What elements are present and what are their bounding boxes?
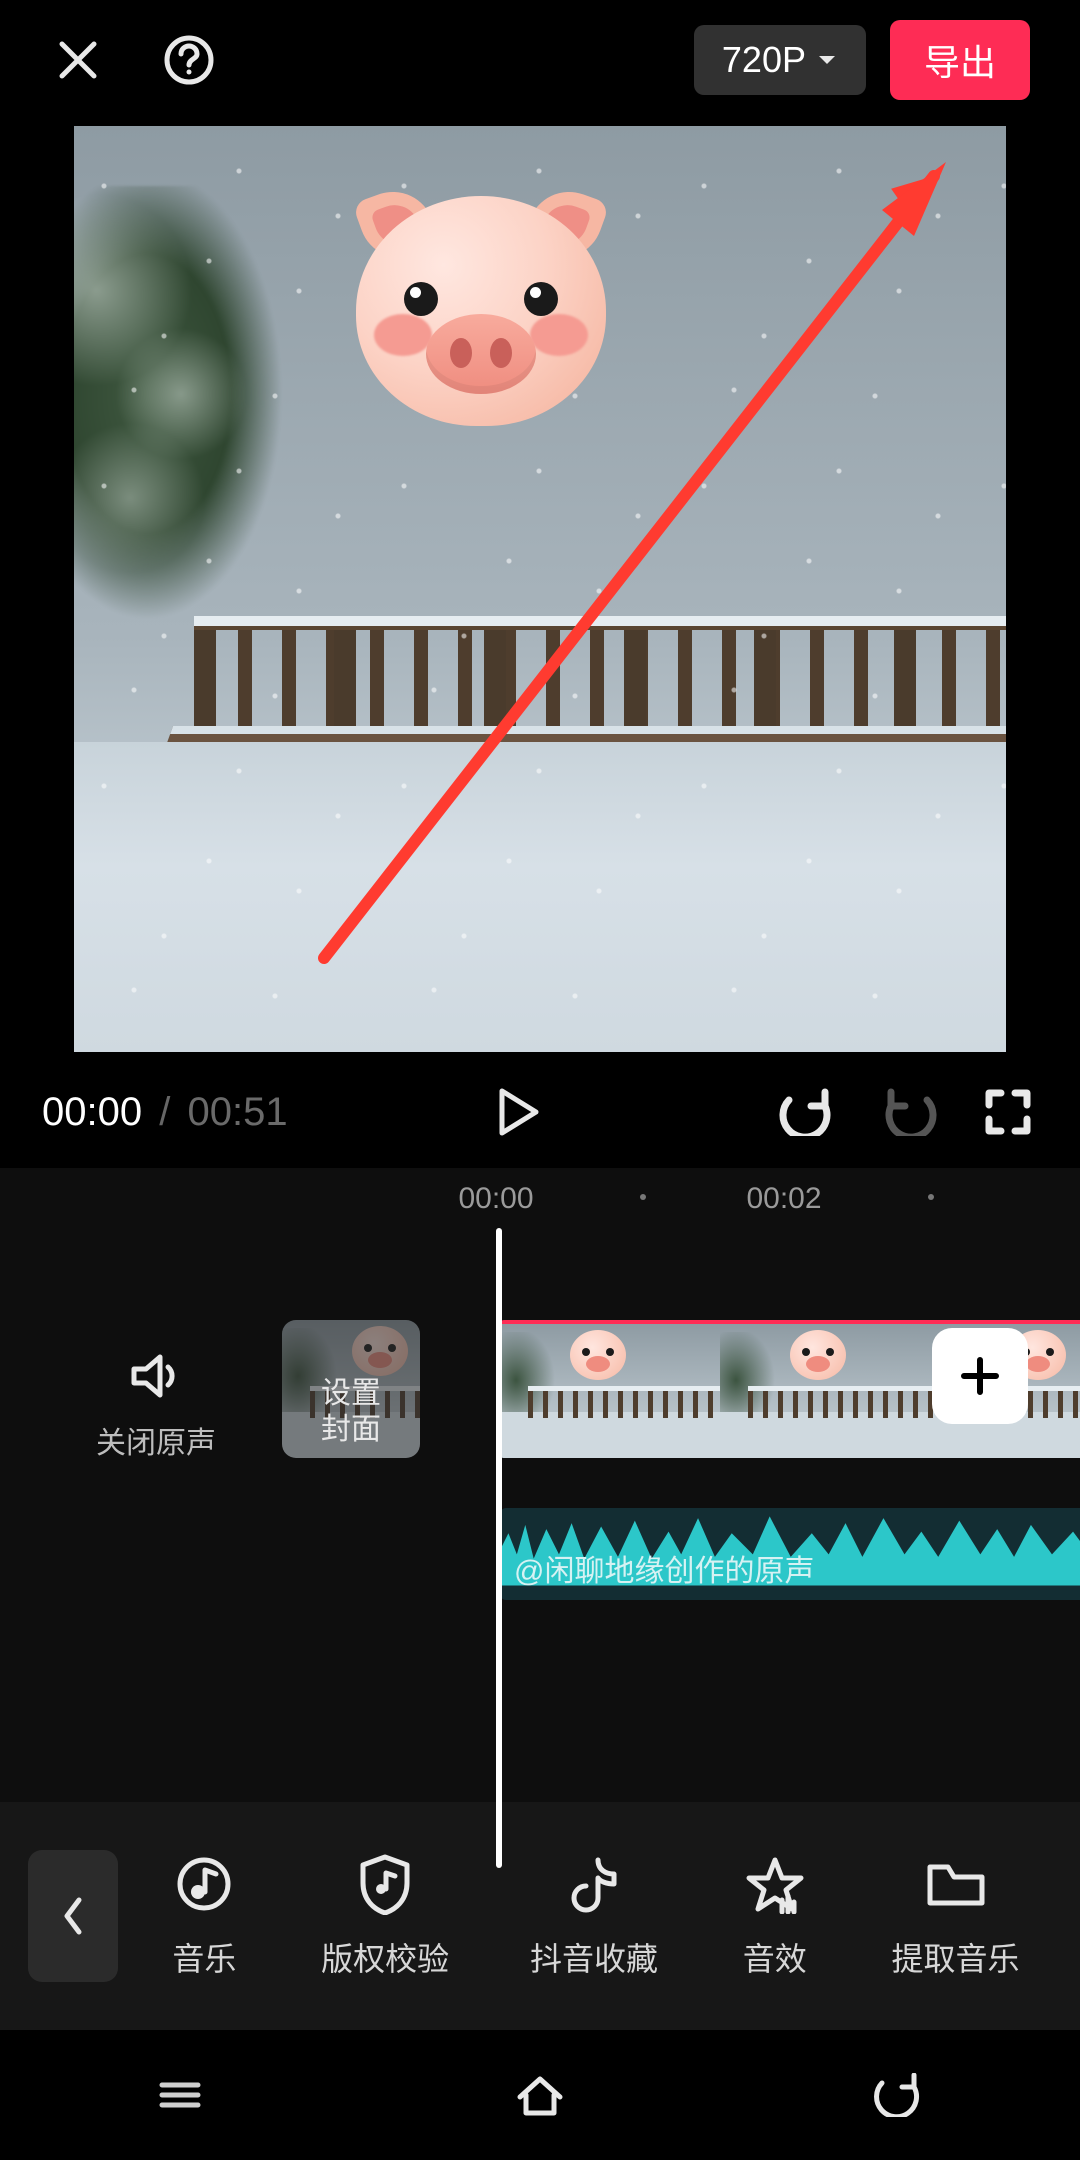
video-preview[interactable]	[74, 126, 1006, 1052]
nav-back-icon[interactable]	[865, 2070, 935, 2120]
audio-track[interactable]: @闲聊地缘创作的原声	[500, 1508, 1080, 1600]
close-icon[interactable]	[50, 32, 106, 88]
time-ruler: 00:00 00:02	[0, 1168, 1080, 1228]
add-clip-button[interactable]	[932, 1328, 1028, 1424]
tab-extract[interactable]: 提取音乐	[892, 1852, 1020, 1980]
mute-label: 关闭原声	[96, 1418, 216, 1462]
tab-sfx[interactable]: 音效	[739, 1852, 811, 1980]
playhead[interactable]	[496, 1228, 502, 1868]
clip-frame	[500, 1324, 720, 1458]
tab-verify[interactable]: 版权校验	[321, 1852, 449, 1980]
undo-icon[interactable]	[778, 1082, 838, 1142]
speaker-icon	[96, 1348, 216, 1404]
time-display: 00:00 / 00:51	[42, 1090, 288, 1135]
total-duration: 00:51	[187, 1090, 287, 1134]
nav-home-icon[interactable]	[505, 2070, 575, 2120]
resolution-selector[interactable]: 720P	[694, 25, 866, 95]
plus-icon	[958, 1354, 1002, 1398]
nav-menu-icon[interactable]	[145, 2070, 215, 2120]
tab-douyin[interactable]: 抖音收藏	[530, 1852, 658, 1980]
back-button[interactable]	[28, 1850, 118, 1982]
annotation-arrow	[74, 126, 1006, 1052]
clip-frame	[720, 1324, 940, 1458]
douyin-icon	[558, 1852, 630, 1916]
folder-icon	[920, 1852, 992, 1916]
set-cover-button[interactable]: 设置 封面	[282, 1320, 420, 1458]
system-navigation	[0, 2030, 1080, 2160]
star-icon	[739, 1852, 811, 1916]
help-icon[interactable]	[161, 32, 217, 88]
mute-original-button[interactable]: 关闭原声	[96, 1348, 216, 1462]
export-button[interactable]: 导出	[890, 20, 1030, 100]
chevron-down-icon	[816, 49, 838, 71]
current-time: 00:00	[42, 1090, 142, 1134]
bottom-toolbar: 音乐 版权校验 抖音收藏 音效 提取音乐	[0, 1802, 1080, 2030]
redo-icon	[878, 1082, 938, 1142]
export-label: 导出	[924, 42, 996, 83]
fullscreen-icon[interactable]	[978, 1082, 1038, 1142]
music-icon	[168, 1852, 240, 1916]
audio-track-label: @闲聊地缘创作的原声	[514, 1546, 814, 1590]
resolution-label: 720P	[722, 39, 806, 81]
play-icon[interactable]	[488, 1082, 548, 1142]
tab-music[interactable]: 音乐	[168, 1852, 240, 1980]
shield-icon	[349, 1852, 421, 1916]
chevron-left-icon	[59, 1894, 87, 1938]
